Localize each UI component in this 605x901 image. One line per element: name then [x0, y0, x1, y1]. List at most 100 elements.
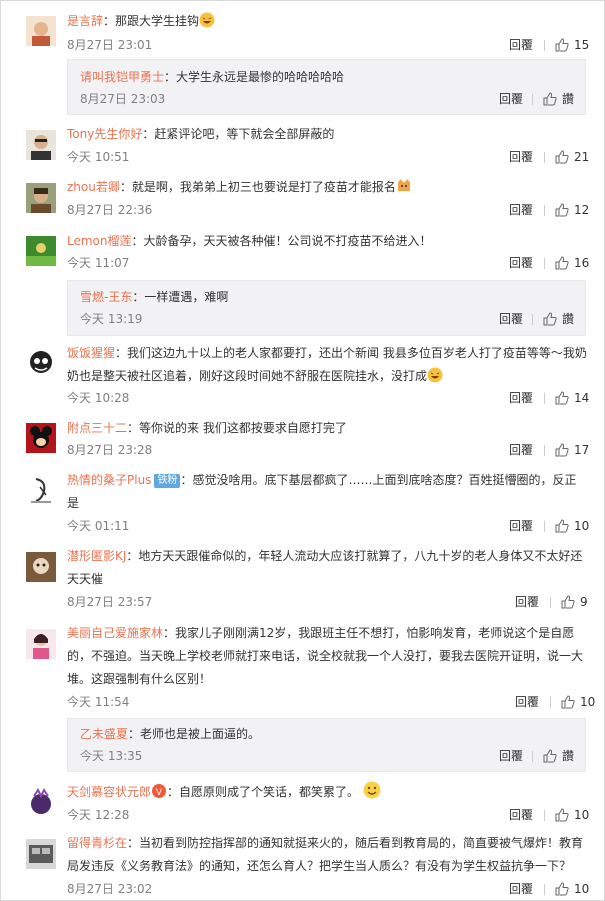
comment-time: 8月27日 23:01	[67, 38, 153, 52]
thumbs-up-icon[interactable]	[555, 443, 569, 457]
comment-text: ：赶紧评论吧，等下就会全部屏蔽的	[142, 127, 335, 141]
like-count: 12	[574, 203, 590, 217]
thumbs-up-icon[interactable]	[555, 256, 569, 270]
like-label[interactable]: 讚	[562, 748, 574, 764]
reply-button[interactable]: 回覆	[509, 881, 533, 897]
thumbs-up-icon[interactable]	[555, 203, 569, 217]
username[interactable]: 是言辞	[67, 14, 103, 28]
comment-time: 8月27日 23:03	[80, 92, 166, 106]
comment-time: 8月27日 23:57	[67, 595, 153, 609]
like-count: 15	[574, 38, 590, 52]
thumbs-up-icon[interactable]	[543, 92, 557, 106]
thumbs-up-icon[interactable]	[543, 749, 557, 763]
thumbs-up-icon[interactable]	[561, 595, 575, 609]
reply-button[interactable]: 回覆	[515, 694, 539, 710]
comment-text: ：我们这边九十以上的老人家都要打，还出个新闻 我县多位百岁老人打了疫苗等等～我奶…	[67, 346, 587, 383]
username[interactable]: 美丽自己爱施家林	[67, 626, 163, 640]
comment-text: ：大龄备孕，天天被各种催！公司说不打疫苗不给进入！	[131, 234, 432, 248]
divider	[544, 258, 545, 269]
thumbs-up-icon[interactable]	[555, 150, 569, 164]
thumbs-up-icon[interactable]	[543, 312, 557, 326]
username[interactable]: 留得青杉在	[67, 836, 127, 850]
comment-time: 今天 12:28	[67, 808, 130, 822]
thumbs-up-icon[interactable]	[555, 38, 569, 52]
svg-text:V: V	[156, 788, 163, 798]
laughing-emoji-icon	[199, 12, 215, 36]
fan-badge: 铁粉	[154, 474, 181, 488]
reply-thread: 雪燃-王东：一样遭遇，难啊 今天 13:19 回覆 讚	[67, 280, 586, 336]
comment-time: 今天 11:07	[67, 256, 130, 270]
divider	[544, 810, 545, 821]
username[interactable]: 请叫我铠甲勇士	[80, 70, 164, 84]
comment-text: ：地方天天跟催命似的，年轻人流动大应该打就算了，八九十岁的老人身体又不太好还天天…	[67, 549, 583, 586]
reply-button[interactable]: 回覆	[509, 37, 533, 53]
comment-time: 今天 11:54	[67, 695, 130, 709]
divider	[550, 697, 551, 708]
username[interactable]: 热情的桑子Plus	[67, 473, 151, 487]
avatar[interactable]	[26, 839, 56, 869]
comment-text: ：自愿原则成了个笑话，都笑累了。	[167, 785, 360, 799]
like-count: 10	[574, 882, 590, 896]
like-count: 21	[574, 150, 590, 164]
divider	[532, 94, 533, 105]
reply-button[interactable]: 回覆	[509, 149, 533, 165]
comment-text: ：大学生永远是最惨的哈哈哈哈哈	[164, 70, 345, 84]
like-count: 10	[574, 808, 590, 822]
avatar[interactable]	[26, 552, 56, 582]
like-label[interactable]: 讚	[562, 91, 574, 107]
reply-button[interactable]: 回覆	[515, 594, 539, 610]
comment-text: ：一样遭遇，难啊	[132, 290, 229, 304]
reply-button[interactable]: 回覆	[509, 518, 533, 534]
like-count: 10	[580, 695, 596, 709]
username[interactable]: Tony先生你好	[67, 127, 142, 141]
thumbs-up-icon[interactable]	[555, 882, 569, 896]
avatar[interactable]	[26, 629, 56, 659]
divider	[532, 314, 533, 325]
comment-time: 今天 13:19	[80, 312, 143, 326]
avatar[interactable]	[26, 236, 56, 266]
username[interactable]: zhou若卿	[67, 180, 120, 194]
avatar[interactable]	[26, 788, 56, 818]
vip-badge-icon: V	[151, 783, 167, 807]
like-label[interactable]: 讚	[562, 311, 574, 327]
username[interactable]: 潜形匿影KJ	[67, 549, 126, 563]
comment-text: ：等你说的来 我们这都按要求自愿打完了	[127, 421, 347, 435]
thumbs-up-icon[interactable]	[555, 391, 569, 405]
like-count: 10	[574, 519, 590, 533]
avatar[interactable]	[26, 423, 56, 453]
reply-button[interactable]: 回覆	[499, 91, 523, 107]
avatar[interactable]	[26, 16, 56, 46]
username[interactable]: Lemon榴莲	[67, 234, 132, 248]
reply-button[interactable]: 回覆	[499, 748, 523, 764]
comment-time: 今天 10:28	[67, 391, 130, 405]
reply-button[interactable]: 回覆	[509, 807, 533, 823]
avatar[interactable]	[26, 475, 56, 505]
reply-button[interactable]: 回覆	[509, 390, 533, 406]
comment-time: 今天 10:51	[67, 150, 130, 164]
reply-button[interactable]: 回覆	[499, 311, 523, 327]
reply-thread: 乙未盛夏：老师也是被上面逼的。 今天 13:35 回覆 讚	[67, 718, 586, 772]
reply-button[interactable]: 回覆	[509, 442, 533, 458]
avatar[interactable]	[26, 183, 56, 213]
divider	[544, 884, 545, 895]
reply-thread: 请叫我铠甲勇士：大学生永远是最惨的哈哈哈哈哈 8月27日 23:03 回覆 讚	[67, 59, 586, 115]
username[interactable]: 饭饭猩猩	[67, 346, 115, 360]
comment-text: ：老师也是被上面逼的。	[128, 727, 261, 741]
username[interactable]: 雪燃-王东	[80, 290, 132, 304]
thumbs-up-icon[interactable]	[555, 519, 569, 533]
reply-button[interactable]: 回覆	[509, 255, 533, 271]
avatar[interactable]	[26, 130, 56, 160]
like-count: 14	[574, 391, 590, 405]
username[interactable]: 天剑慕容状元郎	[67, 785, 151, 799]
like-count: 16	[574, 256, 590, 270]
reply-button[interactable]: 回覆	[509, 202, 533, 218]
avatar[interactable]	[26, 347, 56, 377]
divider	[532, 751, 533, 762]
username[interactable]: 附点三十二	[67, 421, 127, 435]
cat-emoji-icon	[396, 178, 412, 202]
thumbs-up-icon[interactable]	[555, 808, 569, 822]
username[interactable]: 乙未盛夏	[80, 727, 128, 741]
comment-text: ：当初看到防控指挥部的通知就挺来火的，随后看到教育局的，简直要被气爆炸！教育局发…	[67, 836, 584, 873]
divider	[544, 205, 545, 216]
thumbs-up-icon[interactable]	[561, 695, 575, 709]
